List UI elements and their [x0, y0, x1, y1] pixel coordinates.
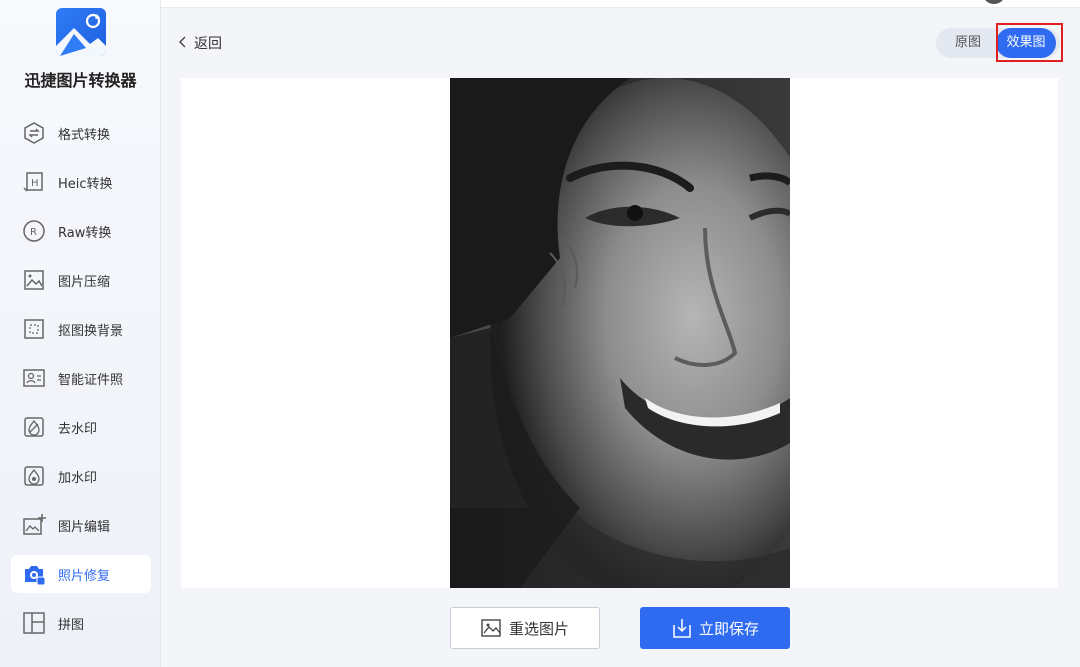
sidebar-item-format-convert[interactable]: 格式转换 [11, 114, 151, 152]
photo-repair-icon [22, 562, 46, 586]
top-bar [161, 0, 1080, 8]
reselect-image-button[interactable]: 重选图片 [450, 607, 600, 649]
sidebar-item-image-compress[interactable]: 图片压缩 [11, 261, 151, 299]
svg-text:H: H [31, 178, 39, 189]
reselect-label: 重选图片 [508, 619, 569, 638]
sidebar-item-label: 拼图 [58, 617, 85, 633]
collage-icon [22, 611, 46, 635]
heic-icon: H [22, 170, 46, 194]
sidebar-item-image-edit[interactable]: 图片编辑 [11, 506, 151, 544]
sidebar-item-label: 图片压缩 [58, 274, 111, 290]
tab-original[interactable]: 原图 [942, 28, 994, 58]
chevron-left-icon [178, 34, 188, 53]
sidebar-item-label: 格式转换 [58, 127, 111, 143]
image-edit-icon [22, 513, 46, 537]
sidebar-item-photo-repair[interactable]: 照片修复 [11, 555, 151, 593]
image-icon [481, 618, 503, 638]
cutout-icon [22, 317, 46, 341]
sidebar-item-label: 图片编辑 [58, 519, 111, 535]
sidebar-item-remove-watermark[interactable]: 去水印 [11, 408, 151, 446]
sidebar-item-label: 抠图换背景 [58, 323, 124, 339]
save-now-button[interactable]: 立即保存 [640, 607, 790, 649]
sidebar-item-raw[interactable]: R Raw转换 [11, 212, 151, 250]
add-watermark-icon [22, 464, 46, 488]
sidebar-item-add-watermark[interactable]: 加水印 [11, 457, 151, 495]
sidebar-item-label: 加水印 [58, 470, 98, 486]
sidebar-nav: 格式转换 H Heic转换 R Raw转换 图片压缩 抠图换背景 智能证件照 去… [11, 114, 151, 653]
format-convert-icon [22, 121, 46, 145]
raw-icon: R [22, 219, 46, 243]
image-compress-icon [22, 268, 46, 292]
back-label: 返回 [194, 36, 222, 52]
sidebar-item-label: 照片修复 [58, 568, 111, 584]
preview-image [450, 78, 790, 588]
app-logo [56, 8, 106, 56]
back-button[interactable]: 返回 [178, 33, 222, 53]
id-photo-icon [22, 366, 46, 390]
sidebar-item-heic[interactable]: H Heic转换 [11, 163, 151, 201]
sidebar: 迅捷图片转换器 格式转换 H Heic转换 R Raw转换 图片压缩 抠图换背景… [0, 0, 161, 667]
svg-text:R: R [30, 227, 37, 238]
sidebar-item-id-photo[interactable]: 智能证件照 [11, 359, 151, 397]
save-label: 立即保存 [698, 619, 759, 638]
sidebar-item-cutout[interactable]: 抠图换背景 [11, 310, 151, 348]
avatar[interactable] [984, 0, 1004, 4]
download-icon [671, 617, 693, 639]
sidebar-item-label: 去水印 [58, 421, 98, 437]
sidebar-item-label: 智能证件照 [58, 372, 124, 388]
remove-watermark-icon [22, 415, 46, 439]
sidebar-item-label: Raw转换 [58, 225, 112, 241]
app-title: 迅捷图片转换器 [24, 71, 137, 90]
selection-highlight [996, 23, 1063, 62]
sidebar-item-label: Heic转换 [58, 176, 113, 192]
sidebar-item-collage[interactable]: 拼图 [11, 604, 151, 642]
